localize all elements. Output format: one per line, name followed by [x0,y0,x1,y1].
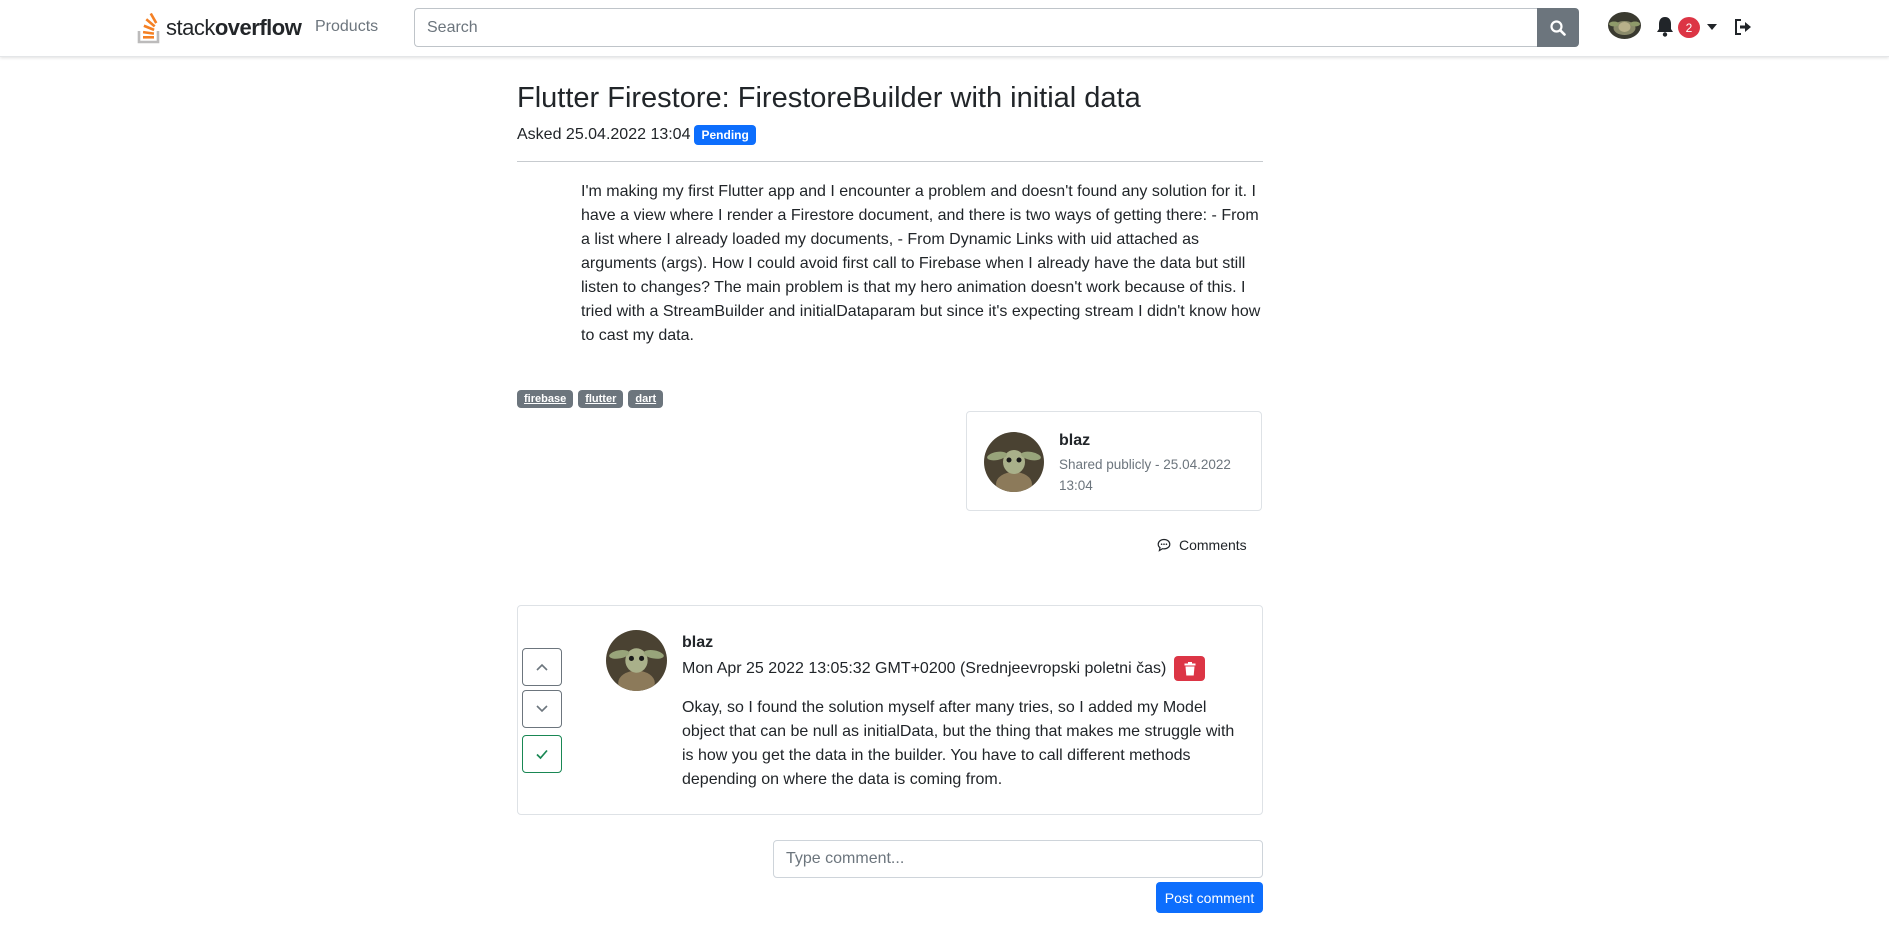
search-button[interactable] [1537,8,1579,47]
tag-dart[interactable]: dart [628,390,664,408]
comment-input[interactable] [773,840,1263,878]
search-icon [1550,19,1566,36]
delete-answer-button[interactable] [1174,656,1206,681]
products-link[interactable]: Products [315,18,378,36]
user-avatar[interactable] [1608,12,1641,39]
answer-card: blaz Mon Apr 25 2022 13:05:32 GMT+0200 (… [517,605,1263,815]
upvote-button[interactable] [522,648,562,686]
asked-date: Asked 25.04.2022 13:04 [517,126,691,143]
answer-body: Okay, so I found the solution myself aft… [682,699,1235,788]
answer-date-row: Mon Apr 25 2022 13:05:32 GMT+0200 (Sredn… [682,656,1206,681]
search-input[interactable] [414,8,1537,47]
bell-icon[interactable] [1655,15,1675,37]
answer-date: Mon Apr 25 2022 13:05:32 GMT+0200 (Sredn… [682,659,1167,677]
stackoverflow-logo[interactable]: stackoverflow [137,12,302,44]
logo-text: stackoverflow [166,15,302,40]
answer-author-name[interactable]: blaz [682,634,713,652]
answer-author-avatar[interactable] [606,630,667,691]
tag-list: firebase flutter dart [517,390,664,408]
author-name[interactable]: blaz [1059,432,1090,450]
logout-icon[interactable] [1734,18,1752,36]
question-body: I'm making my first Flutter app and I en… [581,183,1261,344]
comment-icon [1157,538,1171,552]
chevron-down-icon [536,705,548,713]
caret-down-icon[interactable] [1707,24,1717,30]
trash-icon [1184,661,1196,675]
check-icon [536,749,548,760]
question-meta: Asked 25.04.2022 13:04 Pending [517,125,756,145]
tag-firebase[interactable]: firebase [517,390,574,408]
author-avatar[interactable] [984,432,1044,492]
notification-badge: 2 [1678,17,1700,38]
accept-answer-button[interactable] [522,735,562,773]
question-title: Flutter Firestore: FirestoreBuilder with… [517,82,1141,114]
downvote-button[interactable] [522,690,562,728]
status-badge: Pending [694,125,756,145]
post-comment-button[interactable]: Post comment [1156,882,1263,913]
tag-flutter[interactable]: flutter [578,390,624,408]
question-author-card: blaz Shared publicly - 25.04.2022 13:04 [966,411,1262,511]
stackoverflow-logo-icon [137,12,160,44]
shared-date: Shared publicly - 25.04.2022 13:04 [1059,457,1231,493]
comments-button[interactable]: Comments [1157,537,1247,553]
comments-label: Comments [1179,537,1247,553]
search-bar [414,8,1579,47]
chevron-up-icon [536,663,548,671]
top-navbar: stackoverflow Products 2 [0,0,1889,57]
divider [517,161,1263,162]
